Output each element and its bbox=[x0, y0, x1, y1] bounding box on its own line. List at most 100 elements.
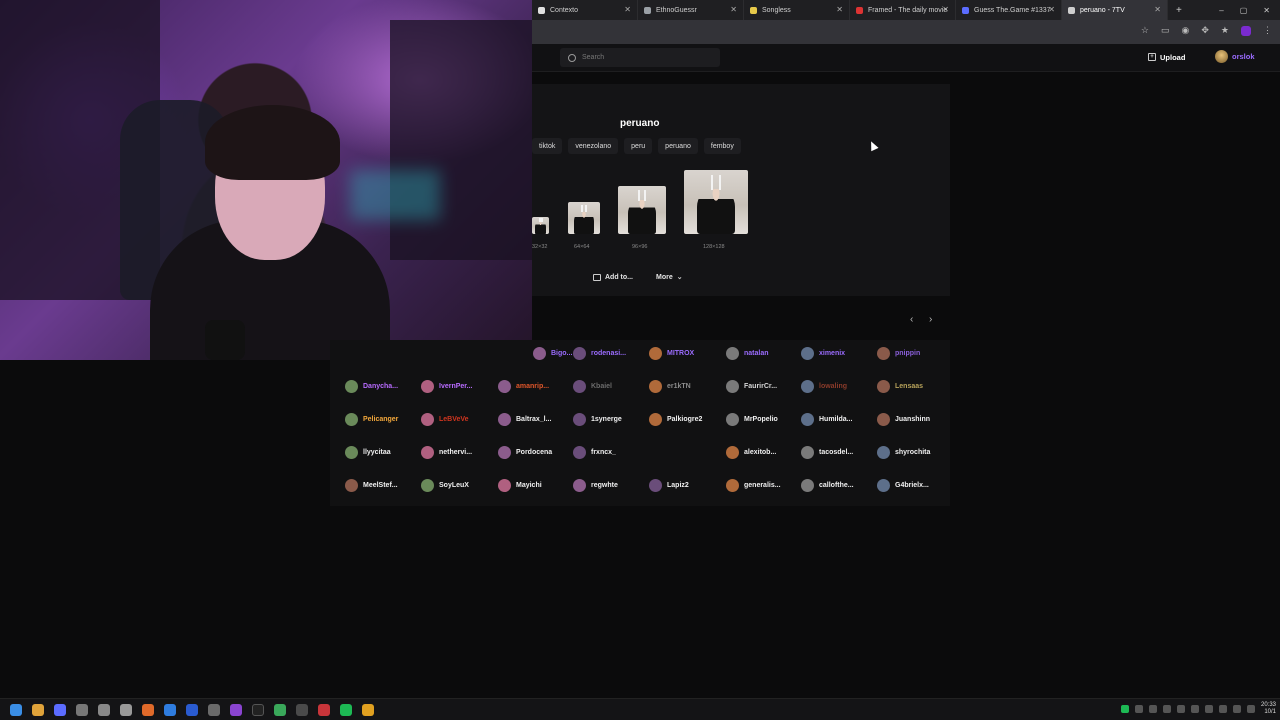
tray-icon[interactable] bbox=[1120, 705, 1129, 713]
emote-preview-96[interactable] bbox=[618, 186, 666, 234]
browser-tab[interactable]: Songless ✕ bbox=[744, 0, 850, 20]
upload-button[interactable]: + Upload bbox=[1148, 50, 1185, 64]
user-entry[interactable]: er1kTN bbox=[649, 380, 691, 393]
app-icon[interactable] bbox=[186, 703, 198, 716]
user-entry[interactable]: Baltrax_l... bbox=[498, 413, 551, 426]
user-entry[interactable]: nethervi... bbox=[421, 446, 472, 459]
maximize-button[interactable]: ▢ bbox=[1240, 6, 1248, 15]
emote-tag[interactable]: venezolano bbox=[568, 138, 619, 154]
search-input[interactable]: Search bbox=[560, 48, 720, 67]
user-entry[interactable]: frxncx_ bbox=[573, 446, 616, 459]
browser-tab[interactable]: Guess The.Game #1337 ✕ bbox=[956, 0, 1062, 20]
emote-preview-32[interactable] bbox=[532, 217, 549, 234]
browser-tab[interactable]: Framed - The daily movie ✕ bbox=[850, 0, 956, 20]
tray-icon[interactable] bbox=[1162, 705, 1171, 713]
user-entry[interactable]: callofthe... bbox=[801, 479, 854, 492]
user-entry[interactable]: Juanshinn bbox=[877, 413, 930, 426]
emote-tag[interactable]: peruano bbox=[658, 138, 698, 154]
user-entry[interactable]: Danycha... bbox=[345, 380, 398, 393]
user-entry[interactable]: rodenasi... bbox=[573, 347, 626, 360]
user-entry[interactable]: amanrip... bbox=[498, 380, 549, 393]
tray-icon[interactable] bbox=[1190, 705, 1199, 713]
emote-preview-128[interactable] bbox=[684, 170, 748, 234]
user-entry[interactable]: Pelicanger bbox=[345, 413, 398, 426]
pager-next-button[interactable]: › bbox=[929, 314, 932, 325]
tray-icon[interactable] bbox=[1176, 705, 1185, 713]
search-taskbar-icon[interactable] bbox=[32, 703, 44, 716]
user-entry[interactable]: Pordocena bbox=[498, 446, 552, 459]
add-to-button[interactable]: Add to... bbox=[593, 269, 633, 285]
user-entry[interactable]: FaurirCr... bbox=[726, 380, 777, 393]
volume-icon[interactable] bbox=[1246, 705, 1255, 713]
spotify-icon[interactable] bbox=[340, 703, 352, 716]
tab-close-icon[interactable]: ✕ bbox=[1048, 5, 1055, 14]
user-entry[interactable]: llyycitaa bbox=[345, 446, 391, 459]
user-entry[interactable]: pnippin bbox=[877, 347, 920, 360]
app-icon[interactable] bbox=[296, 703, 308, 716]
user-entry[interactable]: MITROX bbox=[649, 347, 694, 360]
user-entry[interactable]: lowaling bbox=[801, 380, 847, 393]
bookmarks-icon[interactable]: ★ bbox=[1221, 25, 1229, 36]
wifi-icon[interactable] bbox=[1232, 705, 1241, 713]
user-entry[interactable]: MrPopelio bbox=[726, 413, 778, 426]
user-entry[interactable]: regwhte bbox=[573, 479, 618, 492]
user-entry[interactable]: IvernPer... bbox=[421, 380, 472, 393]
cast-icon[interactable]: ▭ bbox=[1161, 25, 1170, 36]
tray-icon[interactable] bbox=[1148, 705, 1157, 713]
user-entry[interactable]: Lensaas bbox=[877, 380, 923, 393]
app-icon[interactable] bbox=[318, 703, 330, 716]
app-icon[interactable] bbox=[142, 703, 154, 716]
close-window-button[interactable]: ✕ bbox=[1263, 6, 1270, 15]
profile-extension-icon[interactable] bbox=[1241, 25, 1251, 36]
user-entry[interactable]: Humilda... bbox=[801, 413, 852, 426]
chrome-icon[interactable] bbox=[362, 703, 374, 716]
minimize-button[interactable]: – bbox=[1219, 6, 1223, 15]
user-entry[interactable]: Mayichi bbox=[498, 479, 542, 492]
emote-preview-64[interactable] bbox=[568, 202, 600, 234]
app-icon[interactable] bbox=[98, 703, 110, 716]
user-entry[interactable]: SoyLeuX bbox=[421, 479, 469, 492]
user-entry[interactable]: tacosdel... bbox=[801, 446, 853, 459]
app-icon[interactable] bbox=[76, 703, 88, 716]
user-entry[interactable]: MeelStef... bbox=[345, 479, 398, 492]
tray-icon[interactable] bbox=[1218, 705, 1227, 713]
tab-close-icon[interactable]: ✕ bbox=[730, 5, 737, 14]
bookmark-star-icon[interactable]: ☆ bbox=[1141, 25, 1149, 36]
emote-tag[interactable]: peru bbox=[624, 138, 653, 154]
taskbar-clock[interactable]: 20:33 10/1 bbox=[1261, 702, 1276, 716]
pager-prev-button[interactable]: ‹ bbox=[910, 314, 913, 325]
user-entry[interactable]: natalan bbox=[726, 347, 769, 360]
emote-tag[interactable]: femboy bbox=[703, 138, 741, 154]
user-entry[interactable]: LeBVeVe bbox=[421, 413, 469, 426]
puzzle-icon[interactable]: ✥ bbox=[1201, 25, 1209, 36]
tab-close-icon[interactable]: ✕ bbox=[624, 5, 631, 14]
user-entry[interactable]: G4brielx... bbox=[877, 479, 929, 492]
app-icon[interactable] bbox=[208, 703, 220, 716]
tab-close-icon[interactable]: ✕ bbox=[836, 5, 843, 14]
menu-icon[interactable]: ⋮ bbox=[1263, 25, 1272, 36]
more-button[interactable]: More ⌄ bbox=[656, 269, 683, 285]
user-entry[interactable]: ximenix bbox=[801, 347, 845, 360]
user-entry[interactable]: Kbaiel bbox=[573, 380, 612, 393]
user-entry[interactable]: generalis... bbox=[726, 479, 781, 492]
start-icon[interactable] bbox=[10, 703, 22, 716]
user-entry[interactable]: 1synerge bbox=[573, 413, 622, 426]
app-icon[interactable] bbox=[120, 703, 132, 716]
user-entry[interactable]: Lapiz2 bbox=[649, 479, 689, 492]
app-icon[interactable] bbox=[230, 703, 242, 716]
tab-close-icon[interactable]: ✕ bbox=[942, 5, 949, 14]
user-entry[interactable]: Palkiogre2 bbox=[649, 413, 702, 426]
browser-tab-active[interactable]: peruano - 7TV ✕ bbox=[1062, 0, 1168, 20]
extension-icon[interactable]: ◉ bbox=[1182, 25, 1190, 36]
tray-icon[interactable] bbox=[1134, 705, 1143, 713]
tiktok-icon[interactable] bbox=[252, 703, 264, 716]
user-entry[interactable]: alexitob... bbox=[726, 446, 776, 459]
tray-icon[interactable] bbox=[1204, 705, 1213, 713]
new-tab-button[interactable]: + bbox=[1168, 5, 1190, 16]
browser-tab[interactable]: EthnoGuessr ✕ bbox=[638, 0, 744, 20]
user-menu[interactable]: orslok bbox=[1215, 50, 1255, 63]
app-icon[interactable] bbox=[164, 703, 176, 716]
user-entry[interactable]: shyrochita bbox=[877, 446, 930, 459]
user-entry[interactable]: Bigo... bbox=[533, 347, 572, 360]
browser-tab[interactable]: Contexto ✕ bbox=[532, 0, 638, 20]
